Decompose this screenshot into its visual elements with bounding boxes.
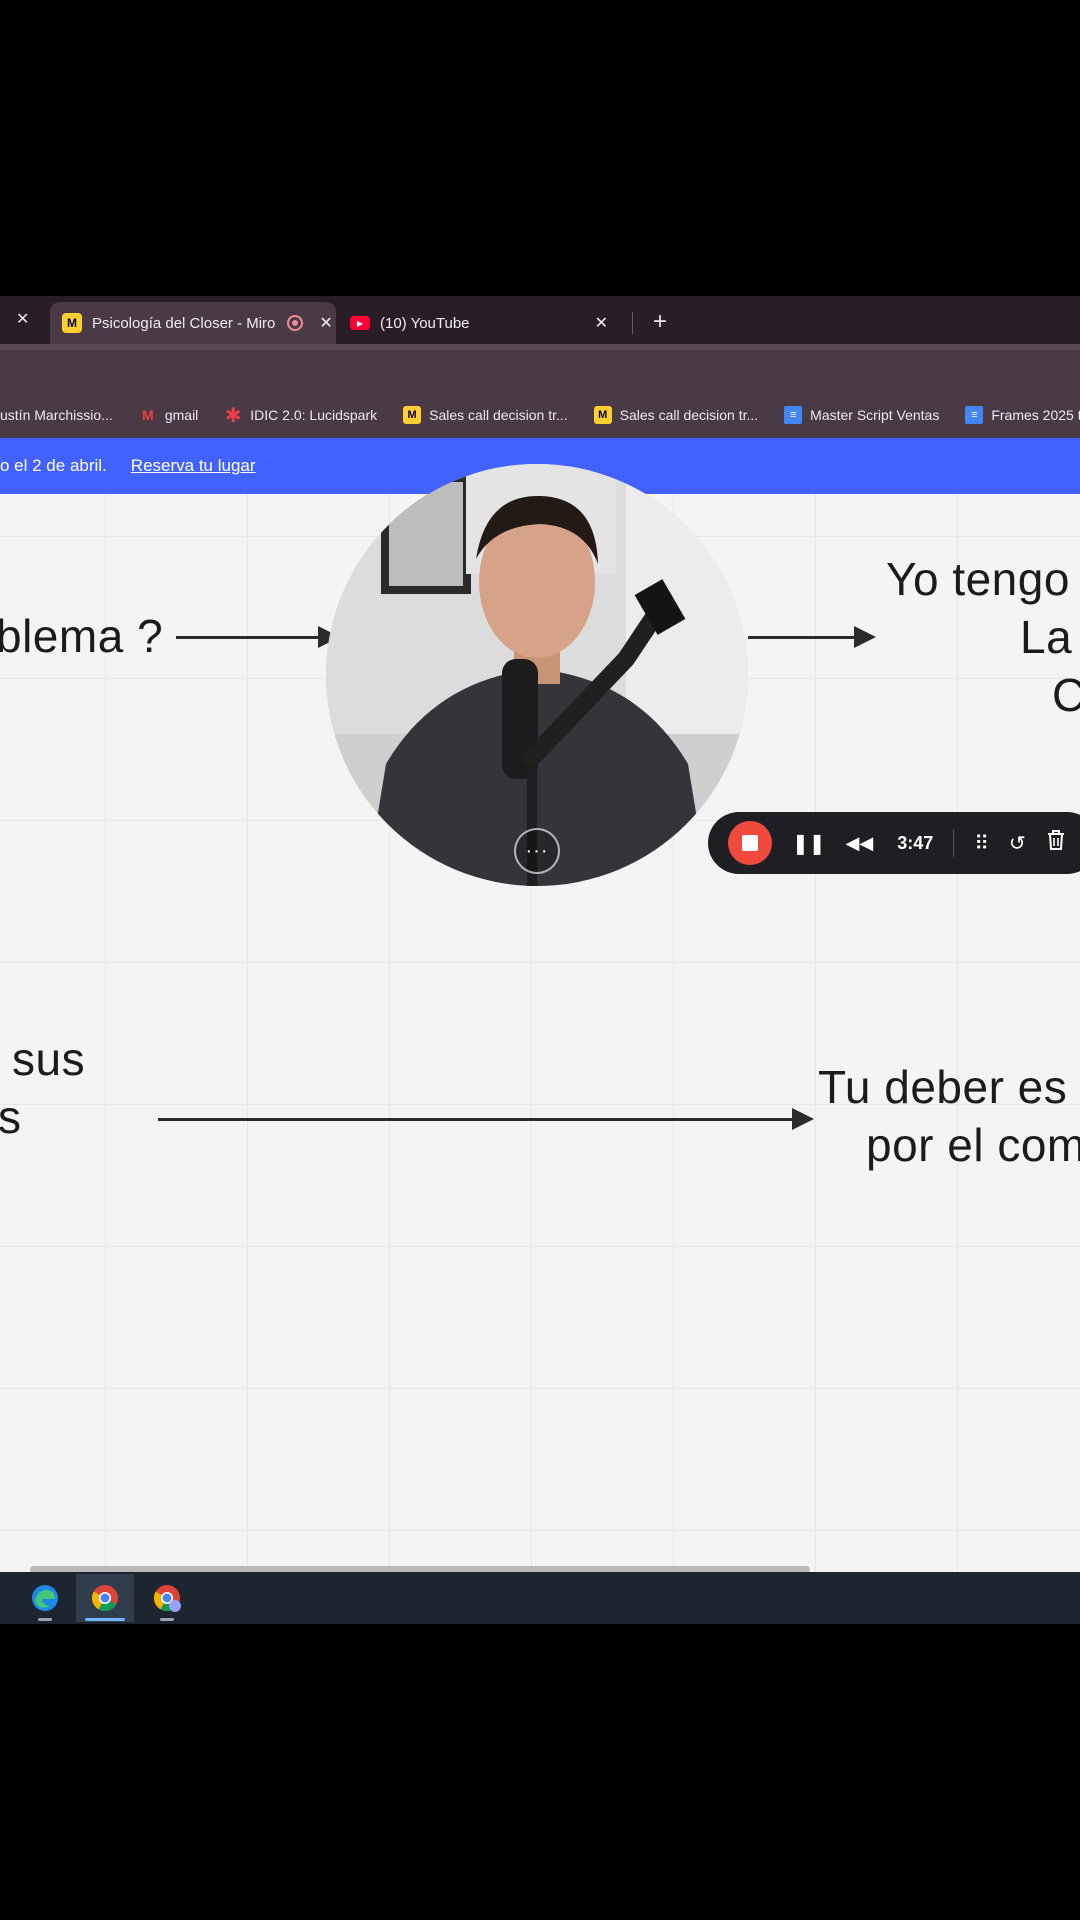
close-tab-icon[interactable]: ✕ xyxy=(595,313,608,333)
board-text-sus[interactable]: sus xyxy=(12,1032,85,1086)
tab-title: Psicología del Closer - Miro xyxy=(92,314,276,332)
miro-icon: M xyxy=(403,406,422,424)
connector-arrow[interactable] xyxy=(176,626,340,648)
docs-icon: ≡ xyxy=(965,406,984,424)
bookmark-item[interactable]: M Sales call decision tr... xyxy=(403,406,568,424)
taskbar-chrome-active[interactable] xyxy=(76,1574,134,1622)
rewind-icon[interactable]: ◀◀ xyxy=(846,833,874,854)
board-text-right-1[interactable]: Yo tengo xyxy=(886,552,1070,606)
bookmark-item[interactable]: ≡ Frames 2025 t xyxy=(965,406,1080,424)
chrome-icon xyxy=(91,1585,118,1612)
connector-arrow[interactable] xyxy=(748,626,876,648)
bookmark-item[interactable]: M Sales call decision tr... xyxy=(593,406,759,424)
controls-divider xyxy=(953,829,955,857)
bookmark-label: Frames 2025 t xyxy=(991,407,1080,423)
lucidspark-icon: ✱ xyxy=(224,404,242,427)
more-options-button[interactable]: ··· xyxy=(514,828,560,874)
recording-controls: ❚❚ ◀◀ 3:47 ⠿ ↺ xyxy=(708,812,1080,874)
trash-icon[interactable] xyxy=(1046,829,1066,857)
board-text-deber-1[interactable]: Tu deber es xyxy=(818,1060,1067,1114)
bookmark-item[interactable]: ✱ IDIC 2.0: Lucidspark xyxy=(224,404,378,427)
miro-icon: M xyxy=(62,313,82,333)
chrome-icon xyxy=(153,1585,181,1612)
banner-link[interactable]: Reserva tu lugar xyxy=(131,456,256,476)
board-text-problem[interactable]: blema ? xyxy=(0,609,163,663)
tab-divider xyxy=(632,312,633,334)
drag-handle-icon[interactable]: ⠿ xyxy=(974,831,989,856)
bookmark-label: Sales call decision tr... xyxy=(619,407,759,423)
running-indicator xyxy=(160,1618,174,1621)
address-bar-area xyxy=(0,344,1080,392)
running-indicator xyxy=(85,1618,125,1621)
taskbar-chrome-profile[interactable] xyxy=(138,1574,196,1622)
bookmark-label: ustín Marchissio... xyxy=(0,407,113,423)
close-tab-icon[interactable]: ✕ xyxy=(319,313,332,333)
banner-text: o el 2 de abril. xyxy=(0,456,107,475)
docs-icon: ≡ xyxy=(784,406,803,424)
bookmark-label: Master Script Ventas xyxy=(810,407,940,423)
new-tab-button[interactable]: + xyxy=(644,306,676,338)
tab-miro[interactable]: M Psicología del Closer - Miro ✕ xyxy=(50,302,336,344)
youtube-icon: ▶ xyxy=(350,316,370,330)
bookmark-label: Sales call decision tr... xyxy=(429,407,568,423)
pause-icon[interactable]: ❚❚ xyxy=(792,831,826,856)
restart-icon[interactable]: ↺ xyxy=(1009,831,1026,856)
stop-icon xyxy=(742,835,758,851)
webcam-bubble[interactable]: ··· xyxy=(326,464,748,886)
miro-icon: M xyxy=(593,406,612,424)
taskbar-edge[interactable] xyxy=(16,1574,74,1622)
board-text-right-2[interactable]: La xyxy=(1020,610,1072,664)
running-indicator xyxy=(38,1618,52,1621)
edge-icon xyxy=(32,1585,58,1611)
desktop-screen: ✕ M Psicología del Closer - Miro ✕ ▶ (10… xyxy=(0,296,1080,1624)
webcam-video-frame xyxy=(326,464,748,886)
bookmarks-bar: ustín Marchissio... M gmail ✱ IDIC 2.0: … xyxy=(0,392,1080,438)
bookmark-label: IDIC 2.0: Lucidspark xyxy=(250,407,378,423)
gmail-icon: M xyxy=(141,407,154,423)
board-text-deber-2[interactable]: por el com xyxy=(866,1118,1080,1172)
bookmark-label: gmail xyxy=(164,407,199,423)
close-tab-icon[interactable]: ✕ xyxy=(16,312,29,328)
windows-taskbar xyxy=(0,1572,1080,1624)
stop-recording-button[interactable] xyxy=(728,821,772,865)
bookmark-item[interactable]: M gmail xyxy=(139,406,198,424)
recording-indicator-icon xyxy=(287,315,304,331)
tab-youtube[interactable]: ▶ (10) YouTube ✕ xyxy=(350,302,620,344)
bookmark-item[interactable]: ustín Marchissio... xyxy=(0,407,113,423)
bookmark-item[interactable]: ≡ Master Script Ventas xyxy=(784,406,939,424)
browser-tab-strip: ✕ M Psicología del Closer - Miro ✕ ▶ (10… xyxy=(0,296,1080,344)
board-text-s[interactable]: s xyxy=(0,1090,22,1144)
toolbar-divider xyxy=(0,344,1080,350)
tab-title: (10) YouTube xyxy=(380,314,470,332)
board-text-right-3[interactable]: C xyxy=(1052,668,1080,722)
connector-arrow[interactable] xyxy=(158,1108,814,1130)
recording-timer: 3:47 xyxy=(897,832,934,853)
